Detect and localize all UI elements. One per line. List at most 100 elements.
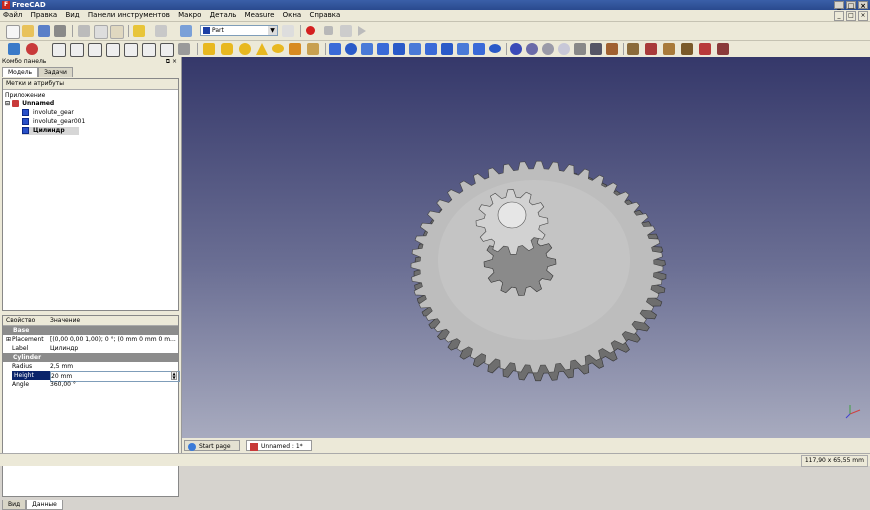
property-row[interactable]: ⊞ Placement [(0,00 0,00 1,00); 0 °; (0 m… xyxy=(3,335,178,344)
tree-item-selected[interactable]: Цилиндр xyxy=(22,127,79,135)
tree-item[interactable]: involute_gear xyxy=(22,109,74,117)
measure-linear-icon[interactable] xyxy=(627,43,639,55)
part-revolve-icon[interactable] xyxy=(345,43,357,55)
workbench-selector[interactable]: Part ▼ xyxy=(200,25,278,36)
tab-model[interactable]: Модель xyxy=(2,67,39,77)
expand-icon[interactable]: ⊞ xyxy=(6,335,11,344)
property-row[interactable]: Angle 360,00 ° xyxy=(3,380,178,389)
part-primitives-icon[interactable] xyxy=(289,43,301,55)
stop-macro-icon[interactable] xyxy=(324,26,333,35)
measure-refresh-icon[interactable] xyxy=(663,43,675,55)
view-rear-icon[interactable] xyxy=(124,43,138,57)
part-common-icon[interactable] xyxy=(558,43,570,55)
menu-macro[interactable]: Макро xyxy=(175,10,204,21)
part-explode-icon[interactable] xyxy=(590,43,602,55)
minimize-button[interactable]: _ xyxy=(834,1,844,10)
property-group[interactable]: Cylinder xyxy=(3,353,178,362)
save-icon[interactable] xyxy=(38,25,50,37)
tab-view[interactable]: Вид xyxy=(2,500,27,510)
measure-toggle-all-icon[interactable] xyxy=(699,43,711,55)
property-header: Свойство Значение xyxy=(3,316,178,326)
measure-distance-icon[interactable] xyxy=(178,43,190,55)
mdi-restore-button[interactable]: □ xyxy=(846,11,856,21)
redo-icon[interactable] xyxy=(155,25,167,37)
part-boolean-icon[interactable] xyxy=(510,43,522,55)
part-compound-icon[interactable] xyxy=(574,43,586,55)
part-mirror-icon[interactable] xyxy=(361,43,373,55)
menu-toolbars[interactable]: Панели инструментов xyxy=(85,10,173,21)
menu-edit[interactable]: Правка xyxy=(28,10,61,21)
tab-tasks[interactable]: Задачи xyxy=(38,67,73,77)
menu-bar: Файл Правка Вид Панели инструментов Макр… xyxy=(0,10,870,22)
menu-windows[interactable]: Окна xyxy=(280,10,305,21)
view-right-icon[interactable] xyxy=(106,43,120,57)
window-title: FreeCAD xyxy=(12,1,46,9)
measure-toggle-3d-icon[interactable] xyxy=(717,43,729,55)
3d-view[interactable] xyxy=(182,57,870,438)
fit-all-icon[interactable] xyxy=(8,43,20,55)
menu-measure[interactable]: Меаsure xyxy=(242,10,278,21)
part-make-face-icon[interactable] xyxy=(409,43,421,55)
measure-clear-all-icon[interactable] xyxy=(681,43,693,55)
part-loft-icon[interactable] xyxy=(441,43,453,55)
part-cube-icon xyxy=(22,109,29,116)
tab-unnamed[interactable]: Unnamed : 1*× xyxy=(246,440,312,462)
tree-item[interactable]: involute_gear001 xyxy=(22,118,85,126)
menu-part[interactable]: Деталь xyxy=(207,10,240,21)
property-row-selected[interactable]: Height 20 mm ▲ ▼ xyxy=(3,371,180,382)
copy-icon[interactable] xyxy=(94,25,108,39)
new-file-icon[interactable] xyxy=(6,25,20,39)
tab-data[interactable]: Данные xyxy=(26,500,63,510)
tab-start-page[interactable]: Start page× xyxy=(184,440,240,462)
menu-view[interactable]: Вид xyxy=(62,10,82,21)
title-bar: F FreeCAD _ □ × xyxy=(0,0,870,10)
part-check-geometry-icon[interactable] xyxy=(606,43,618,55)
menu-help[interactable]: Справка xyxy=(306,10,343,21)
record-macro-icon[interactable] xyxy=(306,26,315,35)
part-chamfer-icon[interactable] xyxy=(393,43,405,55)
part-ruled-surface-icon[interactable] xyxy=(425,43,437,55)
view-axonometric-icon[interactable] xyxy=(52,43,66,57)
part-fillet-icon[interactable] xyxy=(377,43,389,55)
part-cylinder-icon[interactable] xyxy=(221,43,233,55)
part-cone-icon[interactable] xyxy=(256,43,268,55)
property-row[interactable]: Radius 2,5 mm xyxy=(3,362,178,371)
spin-buttons-icon[interactable]: ▲ ▼ xyxy=(171,371,177,380)
execute-macro-icon[interactable] xyxy=(358,26,366,36)
tree-document[interactable]: ⊟ Unnamed xyxy=(5,100,54,108)
collapse-icon[interactable]: ⊟ xyxy=(5,100,12,107)
part-sweep-icon[interactable] xyxy=(457,43,469,55)
refresh-icon[interactable] xyxy=(180,25,192,37)
maximize-button[interactable]: □ xyxy=(846,1,856,10)
mdi-minimize-button[interactable]: _ xyxy=(834,11,844,21)
measure-angular-icon[interactable] xyxy=(645,43,657,55)
part-box-icon[interactable] xyxy=(203,43,215,55)
panel-float-close-icon[interactable]: ⧉ × xyxy=(166,58,177,66)
part-extrude-icon[interactable] xyxy=(329,43,341,55)
undo-icon[interactable] xyxy=(133,25,145,37)
open-file-icon[interactable] xyxy=(22,25,34,37)
part-fuse-icon[interactable] xyxy=(542,43,554,55)
property-row[interactable]: Label Цилиндр xyxy=(3,344,178,353)
part-offset-icon[interactable] xyxy=(489,44,501,53)
part-section-icon[interactable] xyxy=(473,43,485,55)
view-left-icon[interactable] xyxy=(160,43,174,57)
close-button[interactable]: × xyxy=(858,1,868,10)
macros-icon[interactable] xyxy=(340,25,352,37)
part-cut-icon[interactable] xyxy=(526,43,538,55)
property-group[interactable]: Base xyxy=(3,326,178,335)
print-icon[interactable] xyxy=(54,25,66,37)
gear-model[interactable] xyxy=(182,57,870,438)
view-front-icon[interactable] xyxy=(70,43,84,57)
part-sphere-icon[interactable] xyxy=(239,43,251,55)
cut-icon[interactable] xyxy=(78,25,90,37)
mdi-close-button[interactable]: × xyxy=(858,11,868,21)
whats-this-icon[interactable] xyxy=(282,25,294,37)
paste-icon[interactable] xyxy=(110,25,124,39)
draw-style-icon[interactable] xyxy=(26,43,38,55)
part-shape-builder-icon[interactable] xyxy=(307,43,319,55)
part-torus-icon[interactable] xyxy=(272,44,284,53)
menu-file[interactable]: Файл xyxy=(0,10,25,21)
view-top-icon[interactable] xyxy=(88,43,102,57)
view-bottom-icon[interactable] xyxy=(142,43,156,57)
